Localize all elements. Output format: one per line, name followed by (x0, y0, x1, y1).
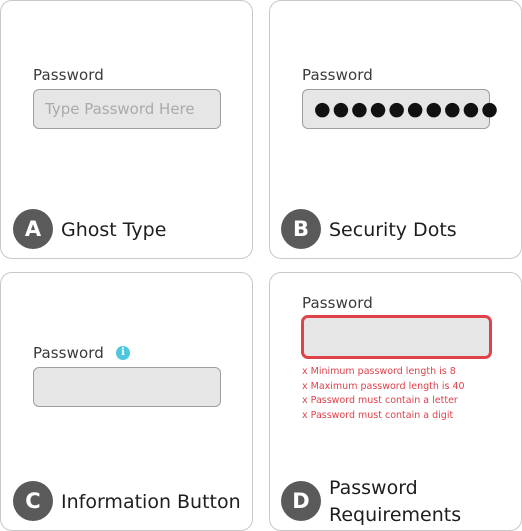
password-label: Password (33, 344, 104, 362)
option-badge-a: A (13, 209, 53, 249)
password-input-ghost[interactable] (33, 89, 221, 129)
caption-line: Password (329, 477, 418, 499)
option-badge-b: B (281, 209, 321, 249)
password-input-error[interactable] (301, 315, 492, 359)
password-input-masked[interactable]: ●●●●●●●●●● (302, 89, 498, 129)
card-caption: Ghost Type (61, 219, 167, 241)
requirement-item: x Maximum password length is 40 (302, 380, 465, 392)
security-dots-card: Password ●●●●●●●●●● B Security Dots (269, 0, 522, 259)
info-icon[interactable]: i (116, 346, 130, 360)
requirement-item: x Password must contain a letter (302, 395, 458, 406)
option-badge-c: C (13, 481, 53, 521)
option-badge-d: D (281, 481, 321, 521)
card-caption: Information Button (61, 491, 241, 513)
password-label: Password (302, 294, 373, 312)
card-caption: Security Dots (329, 219, 457, 241)
requirements-list: x Minimum password length is 8 x Maximum… (302, 365, 465, 423)
requirement-item: x Minimum password length is 8 (302, 366, 456, 377)
caption-line: Requirements (329, 504, 462, 526)
card-caption: Password Requirements (329, 475, 462, 529)
password-requirements-card: Password x Minimum password length is 8 … (269, 272, 522, 531)
information-button-card: Password i C Information Button (0, 272, 253, 531)
ghost-type-card: Password A Ghost Type (0, 0, 253, 259)
password-input[interactable] (33, 367, 221, 407)
password-label: Password (302, 66, 373, 84)
password-label: Password (33, 66, 104, 84)
requirement-item: x Password must contain a digit (302, 409, 454, 421)
